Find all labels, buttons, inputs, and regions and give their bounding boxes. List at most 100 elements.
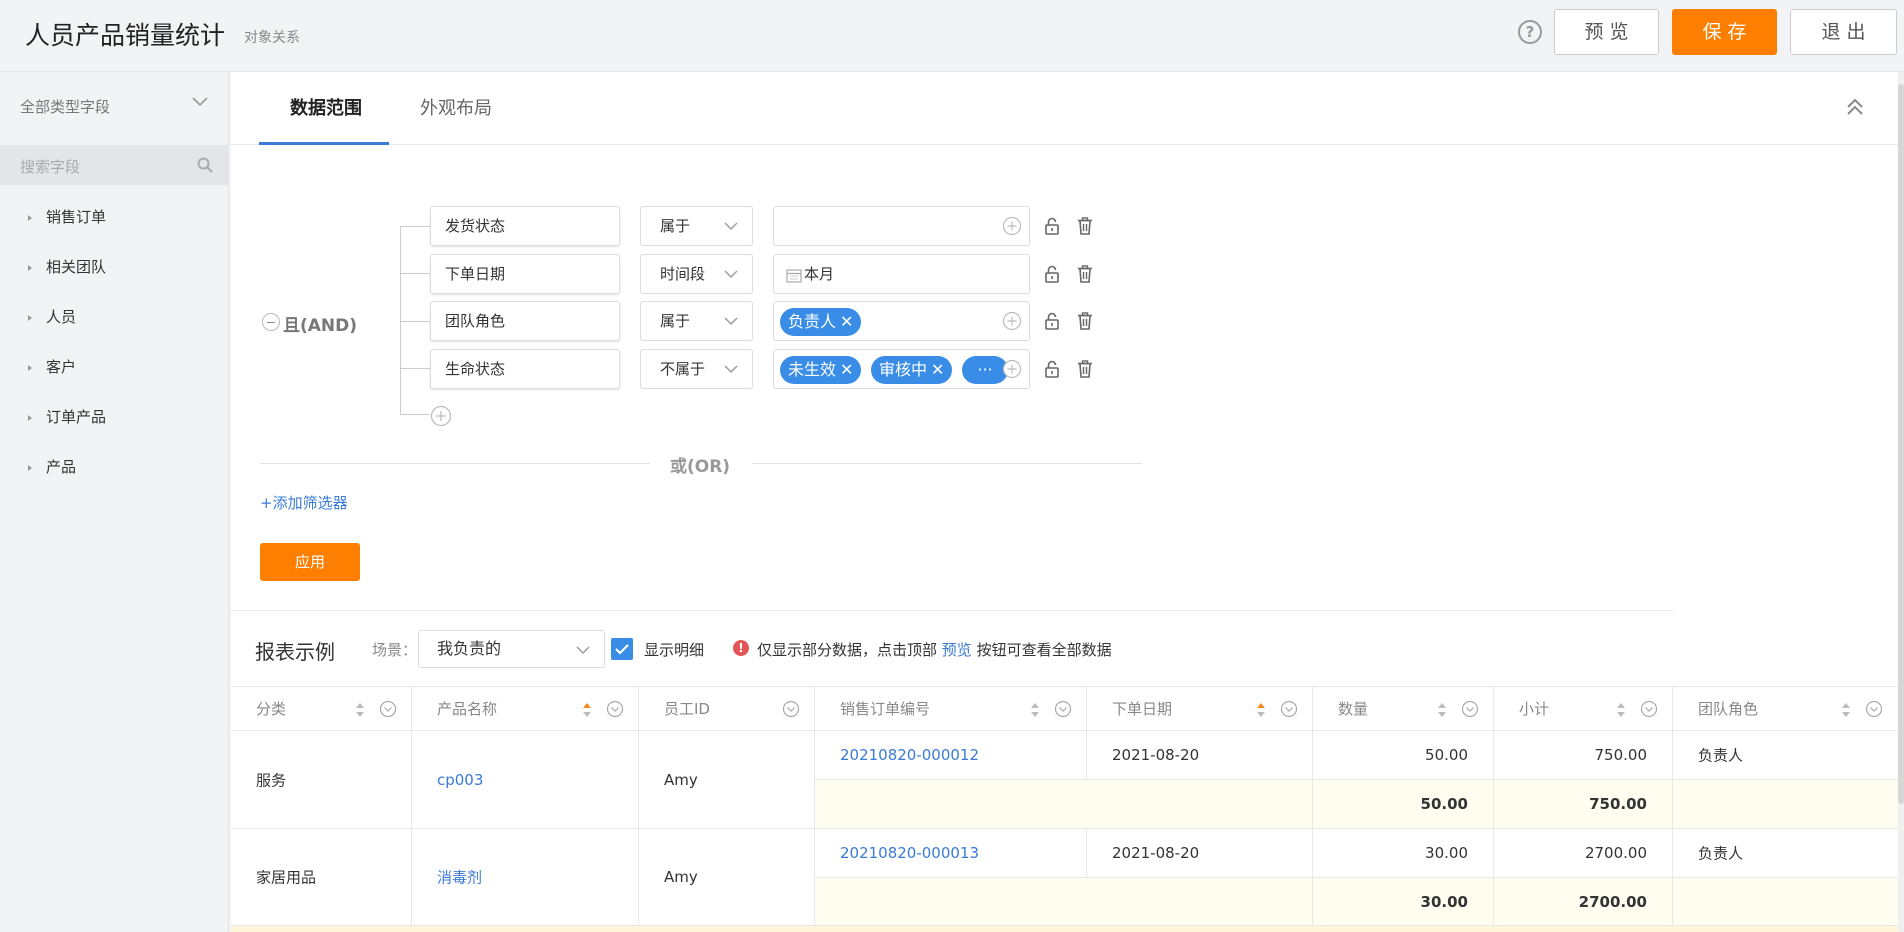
- bracket-branch: [400, 226, 430, 227]
- table-cell-product[interactable]: cp003: [412, 731, 639, 829]
- sidebar-item-order-product[interactable]: 订单产品: [28, 406, 106, 427]
- chevron-down-icon[interactable]: [192, 96, 208, 108]
- save-button[interactable]: 保 存: [1672, 9, 1777, 55]
- apply-button[interactable]: 应用: [260, 543, 360, 581]
- tab-data-scope[interactable]: 数据范围: [290, 94, 362, 120]
- col-header-subtotal[interactable]: 小计: [1494, 687, 1673, 731]
- condition-value[interactable]: 负责人 ✕: [773, 301, 1030, 341]
- value-tag[interactable]: 审核中 ✕: [871, 356, 953, 384]
- condition-operator[interactable]: 不属于: [640, 349, 753, 389]
- group-bracket: [400, 226, 401, 414]
- table-cell-order-no[interactable]: 20210820-000013: [815, 829, 1087, 878]
- close-icon[interactable]: ✕: [931, 360, 944, 379]
- col-header-order-no[interactable]: 销售订单编号: [815, 687, 1087, 731]
- condition-value[interactable]: 未生效 ✕ 审核中 ✕ ···: [773, 349, 1030, 389]
- field-type-filter[interactable]: 全部类型字段: [20, 96, 110, 117]
- condition-operator[interactable]: 属于: [640, 301, 753, 341]
- subtotal-row-spacer: [815, 780, 1313, 829]
- unlock-icon[interactable]: [1042, 311, 1062, 331]
- add-value-icon[interactable]: [1002, 311, 1022, 331]
- unlock-icon[interactable]: [1042, 359, 1062, 379]
- trash-icon[interactable]: [1075, 216, 1095, 236]
- collapse-up-icon[interactable]: [1844, 96, 1866, 118]
- or-divider: [752, 463, 1142, 464]
- column-menu-icon[interactable]: [1640, 700, 1658, 718]
- unlock-icon[interactable]: [1042, 216, 1062, 236]
- table-cell-order-no[interactable]: 20210820-000012: [815, 731, 1087, 780]
- condition-value[interactable]: [773, 206, 1030, 246]
- condition-operator[interactable]: 时间段: [640, 254, 753, 294]
- condition-field[interactable]: 下单日期: [430, 254, 620, 294]
- field-search-box[interactable]: 搜索字段: [0, 145, 229, 185]
- bracket-branch: [400, 321, 430, 322]
- sort-icon[interactable]: [582, 702, 592, 718]
- column-menu-icon[interactable]: [782, 700, 800, 718]
- condition-value[interactable]: 本月: [773, 254, 1030, 294]
- sort-icon[interactable]: [1437, 702, 1447, 718]
- col-header-team-role[interactable]: 团队角色: [1673, 687, 1898, 731]
- sidebar-item-product[interactable]: 产品: [28, 456, 76, 477]
- close-icon[interactable]: ✕: [840, 360, 853, 379]
- field-search-input[interactable]: 搜索字段: [20, 156, 80, 177]
- col-header-order-date[interactable]: 下单日期: [1087, 687, 1313, 731]
- col-header-product-name[interactable]: 产品名称: [412, 687, 639, 731]
- calendar-icon: [786, 269, 802, 283]
- show-detail-label: 显示明细: [644, 641, 705, 659]
- sidebar-item-related-team[interactable]: 相关团队: [28, 256, 106, 277]
- trash-icon[interactable]: [1075, 264, 1095, 284]
- scrollbar-thumb[interactable]: [1898, 84, 1904, 804]
- col-header-employee-id[interactable]: 员工ID: [639, 687, 815, 731]
- add-value-icon[interactable]: [1002, 359, 1022, 379]
- preview-note: 仅显示部分数据，点击顶部 预览 按钮可查看全部数据: [757, 641, 1112, 659]
- sort-icon[interactable]: [1030, 702, 1040, 718]
- page-title: 人员产品销量统计: [25, 21, 226, 50]
- add-condition-icon[interactable]: [430, 405, 452, 427]
- column-menu-icon[interactable]: [1280, 700, 1298, 718]
- condition-field[interactable]: 发货状态: [430, 206, 620, 246]
- col-header-category[interactable]: 分类: [231, 687, 412, 731]
- table-cell-product[interactable]: 消毒剂: [412, 829, 639, 926]
- column-menu-icon[interactable]: [1461, 700, 1479, 718]
- show-detail-checkbox[interactable]: [611, 638, 633, 660]
- condition-field[interactable]: 团队角色: [430, 301, 620, 341]
- condition-field[interactable]: 生命状态: [430, 349, 620, 389]
- col-header-quantity[interactable]: 数量: [1313, 687, 1494, 731]
- caret-right-icon: [28, 414, 32, 421]
- column-menu-icon[interactable]: [1865, 700, 1883, 718]
- column-menu-icon[interactable]: [379, 700, 397, 718]
- scene-select[interactable]: 我负责的: [418, 630, 605, 668]
- condition-operator[interactable]: 属于: [640, 206, 753, 246]
- value-tag[interactable]: 负责人 ✕: [780, 308, 862, 336]
- tab-appearance-layout[interactable]: 外观布局: [420, 94, 492, 120]
- caret-right-icon: [28, 314, 32, 321]
- check-icon: [615, 644, 629, 655]
- sort-icon[interactable]: [1616, 702, 1626, 718]
- sidebar-item-customer[interactable]: 客户: [28, 356, 76, 377]
- preview-link[interactable]: 预览: [942, 641, 972, 659]
- column-menu-icon[interactable]: [1054, 700, 1072, 718]
- close-icon[interactable]: ✕: [840, 312, 853, 331]
- remove-group-icon[interactable]: [262, 313, 280, 331]
- sort-icon[interactable]: [355, 702, 365, 718]
- table-cell-subtotal: 750.00: [1494, 731, 1673, 780]
- unlock-icon[interactable]: [1042, 264, 1062, 284]
- chevron-down-icon: [724, 317, 738, 325]
- value-tag[interactable]: 未生效 ✕: [780, 356, 862, 384]
- sidebar-item-personnel[interactable]: 人员: [28, 306, 76, 327]
- bracket-branch: [400, 414, 430, 415]
- add-filter-link[interactable]: +添加筛选器: [260, 492, 348, 513]
- exit-button[interactable]: 退 出: [1790, 9, 1897, 55]
- trash-icon[interactable]: [1075, 359, 1095, 379]
- help-icon[interactable]: ?: [1518, 20, 1542, 44]
- sort-icon[interactable]: [1256, 702, 1266, 718]
- search-icon[interactable]: [196, 156, 214, 174]
- sidebar-item-sales-order[interactable]: 销售订单: [28, 206, 106, 227]
- add-value-icon[interactable]: [1002, 216, 1022, 236]
- preview-button[interactable]: 预 览: [1554, 9, 1659, 55]
- column-menu-icon[interactable]: [606, 700, 624, 718]
- trash-icon[interactable]: [1075, 311, 1095, 331]
- chevron-down-icon: [724, 270, 738, 278]
- sort-icon[interactable]: [1841, 702, 1851, 718]
- table-header: 分类 产品名称 员工ID 销售订单编号 下单日期 数量 小计 团队角色: [231, 686, 1898, 731]
- table-cell-date: 2021-08-20: [1087, 731, 1313, 780]
